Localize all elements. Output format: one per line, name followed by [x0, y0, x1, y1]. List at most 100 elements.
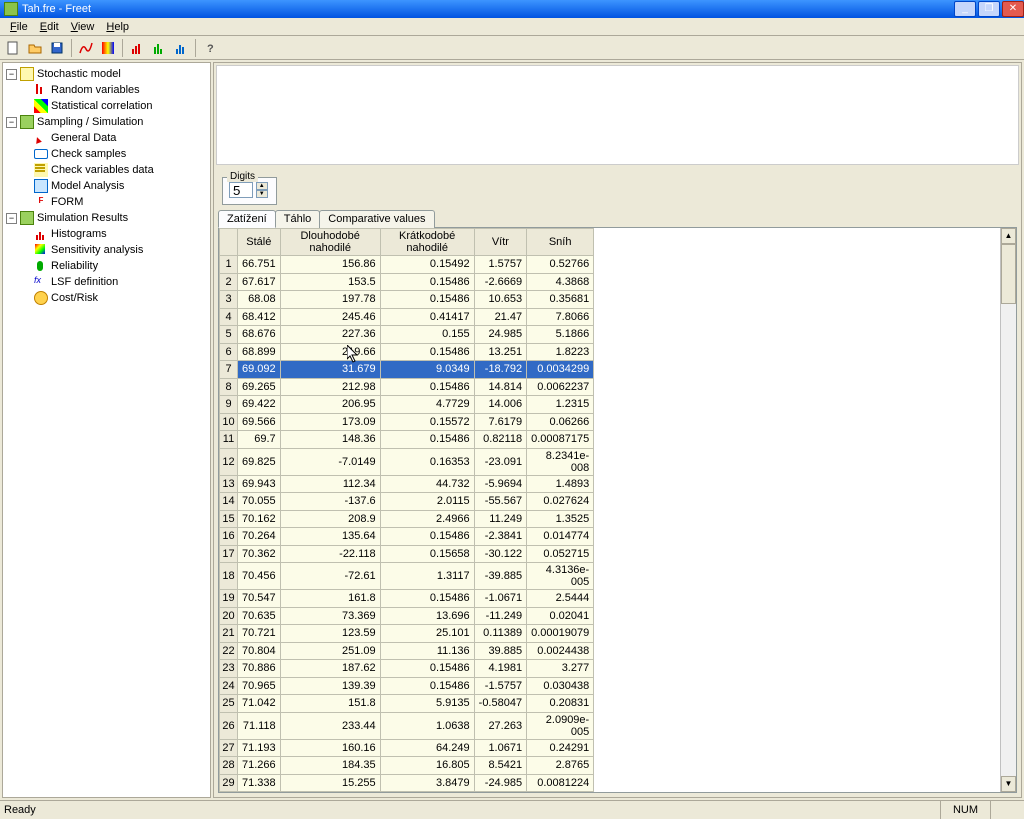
row-number[interactable]: 4	[220, 308, 238, 326]
col-vitr[interactable]: Vítr	[474, 229, 526, 256]
row-number[interactable]: 30	[220, 792, 238, 793]
table-cell[interactable]: 0.027624	[527, 493, 594, 511]
table-cell[interactable]: 69.825	[238, 448, 281, 475]
tab-comparative-values[interactable]: Comparative values	[319, 210, 434, 228]
row-number[interactable]: 18	[220, 563, 238, 590]
table-cell[interactable]: 8.5421	[474, 757, 526, 775]
table-cell[interactable]: 0.15486	[380, 343, 474, 361]
table-cell[interactable]: -2.3841	[474, 528, 526, 546]
table-cell[interactable]: 2.0909e-005	[527, 712, 594, 739]
table-row[interactable]: 2571.042151.85.9135-0.580470.20831	[220, 695, 594, 713]
row-number[interactable]: 14	[220, 493, 238, 511]
table-cell[interactable]: 1.0671	[474, 739, 526, 757]
scroll-thumb[interactable]	[1001, 244, 1016, 304]
table-cell[interactable]: 208.9	[280, 510, 380, 528]
table-cell[interactable]: 70.362	[238, 545, 281, 563]
table-cell[interactable]: 0.35681	[527, 291, 594, 309]
table-cell[interactable]: 161.8	[280, 590, 380, 608]
table-cell[interactable]: 153.5	[280, 273, 380, 291]
table-cell[interactable]: 0.052715	[527, 545, 594, 563]
table-cell[interactable]: -24.985	[474, 774, 526, 792]
table-row[interactable]: 668.899219.660.1548613.2511.8223	[220, 343, 594, 361]
table-row[interactable]: 3071.409174.6930.5413.87480.48748	[220, 792, 594, 793]
table-cell[interactable]: 0.00019079	[527, 625, 594, 643]
table-cell[interactable]: -0.58047	[474, 695, 526, 713]
table-cell[interactable]: -72.61	[280, 563, 380, 590]
tree-form[interactable]: FORM	[51, 196, 83, 208]
table-cell[interactable]: 7.8066	[527, 308, 594, 326]
col-stale[interactable]: Stálé	[238, 229, 281, 256]
tab-zatizeni[interactable]: Zatížení	[218, 210, 276, 228]
tool-sensitivity[interactable]	[150, 39, 168, 57]
table-row[interactable]: 2871.266184.3516.8058.54212.8765	[220, 757, 594, 775]
table-row[interactable]: 969.422206.954.772914.0061.2315	[220, 396, 594, 414]
table-cell[interactable]: 174.69	[280, 792, 380, 793]
table-cell[interactable]: 11.136	[380, 642, 474, 660]
row-number[interactable]: 11	[220, 431, 238, 449]
row-number[interactable]: 26	[220, 712, 238, 739]
table-cell[interactable]: 0.0034299	[527, 361, 594, 379]
tool-reliability[interactable]	[172, 39, 190, 57]
table-row[interactable]: 2971.33815.2553.8479-24.9850.0081224	[220, 774, 594, 792]
tree-random-variables[interactable]: Random variables	[51, 84, 140, 96]
tree-reliability[interactable]: Reliability	[51, 260, 98, 272]
table-cell[interactable]: 4.7729	[380, 396, 474, 414]
table-cell[interactable]: 112.34	[280, 475, 380, 493]
table-cell[interactable]: 197.78	[280, 291, 380, 309]
table-row[interactable]: 2070.63573.36913.696-11.2490.02041	[220, 607, 594, 625]
table-cell[interactable]: -1.5757	[474, 677, 526, 695]
table-cell[interactable]: 71.118	[238, 712, 281, 739]
table-row[interactable]: 1570.162208.92.496611.2491.3525	[220, 510, 594, 528]
table-cell[interactable]: 0.15486	[380, 431, 474, 449]
table-row[interactable]: 267.617153.50.15486-2.66694.3868	[220, 273, 594, 291]
table-cell[interactable]: -18.792	[474, 361, 526, 379]
table-cell[interactable]: 0.82118	[474, 431, 526, 449]
table-cell[interactable]: 70.456	[238, 563, 281, 590]
row-number[interactable]: 3	[220, 291, 238, 309]
table-row[interactable]: 2470.965139.390.15486-1.57570.030438	[220, 677, 594, 695]
table-cell[interactable]: 14.814	[474, 378, 526, 396]
table-row[interactable]: 1269.825-7.01490.16353-23.0918.2341e-008	[220, 448, 594, 475]
table-cell[interactable]: 71.266	[238, 757, 281, 775]
row-number[interactable]: 8	[220, 378, 238, 396]
table-cell[interactable]: -39.885	[474, 563, 526, 590]
table-row[interactable]: 1670.264135.640.15486-2.38410.014774	[220, 528, 594, 546]
table-cell[interactable]: 187.62	[280, 660, 380, 678]
table-cell[interactable]: -55.567	[474, 493, 526, 511]
table-cell[interactable]: 13.696	[380, 607, 474, 625]
table-cell[interactable]: 5.9135	[380, 695, 474, 713]
menu-file[interactable]: File	[4, 20, 34, 34]
table-cell[interactable]: 0.15486	[380, 273, 474, 291]
table-cell[interactable]: 68.412	[238, 308, 281, 326]
table-cell[interactable]: 25.101	[380, 625, 474, 643]
table-cell[interactable]: 9.0349	[380, 361, 474, 379]
table-cell[interactable]: 245.46	[280, 308, 380, 326]
table-row[interactable]: 568.676227.360.15524.9855.1866	[220, 326, 594, 344]
table-cell[interactable]: 69.265	[238, 378, 281, 396]
table-cell[interactable]: 0.11389	[474, 625, 526, 643]
tree-sensitivity-analysis[interactable]: Sensitivity analysis	[51, 244, 143, 256]
table-cell[interactable]: 69.943	[238, 475, 281, 493]
digits-input[interactable]	[229, 182, 253, 198]
tool-correlation[interactable]	[99, 39, 117, 57]
table-cell[interactable]: -2.6669	[474, 273, 526, 291]
row-number[interactable]: 20	[220, 607, 238, 625]
table-cell[interactable]: 70.264	[238, 528, 281, 546]
col-dlouhodobe[interactable]: Dlouhodobé nahodilé	[280, 229, 380, 256]
table-cell[interactable]: 0.16353	[380, 448, 474, 475]
table-row[interactable]: 368.08197.780.1548610.6530.35681	[220, 291, 594, 309]
table-cell[interactable]: -30.122	[474, 545, 526, 563]
table-row[interactable]: 1470.055-137.62.0115-55.5670.027624	[220, 493, 594, 511]
table-cell[interactable]: 70.055	[238, 493, 281, 511]
table-cell[interactable]: 71.338	[238, 774, 281, 792]
table-cell[interactable]: 2.8765	[527, 757, 594, 775]
table-cell[interactable]: 69.422	[238, 396, 281, 414]
table-cell[interactable]: 219.66	[280, 343, 380, 361]
help-button[interactable]: ?	[201, 39, 219, 57]
table-cell[interactable]: 66.751	[238, 256, 281, 274]
table-row[interactable]: 1870.456-72.611.3117-39.8854.3136e-005	[220, 563, 594, 590]
table-cell[interactable]: 206.95	[280, 396, 380, 414]
table-cell[interactable]: 0.15486	[380, 528, 474, 546]
table-cell[interactable]: 70.886	[238, 660, 281, 678]
table-cell[interactable]: 30.541	[380, 792, 474, 793]
